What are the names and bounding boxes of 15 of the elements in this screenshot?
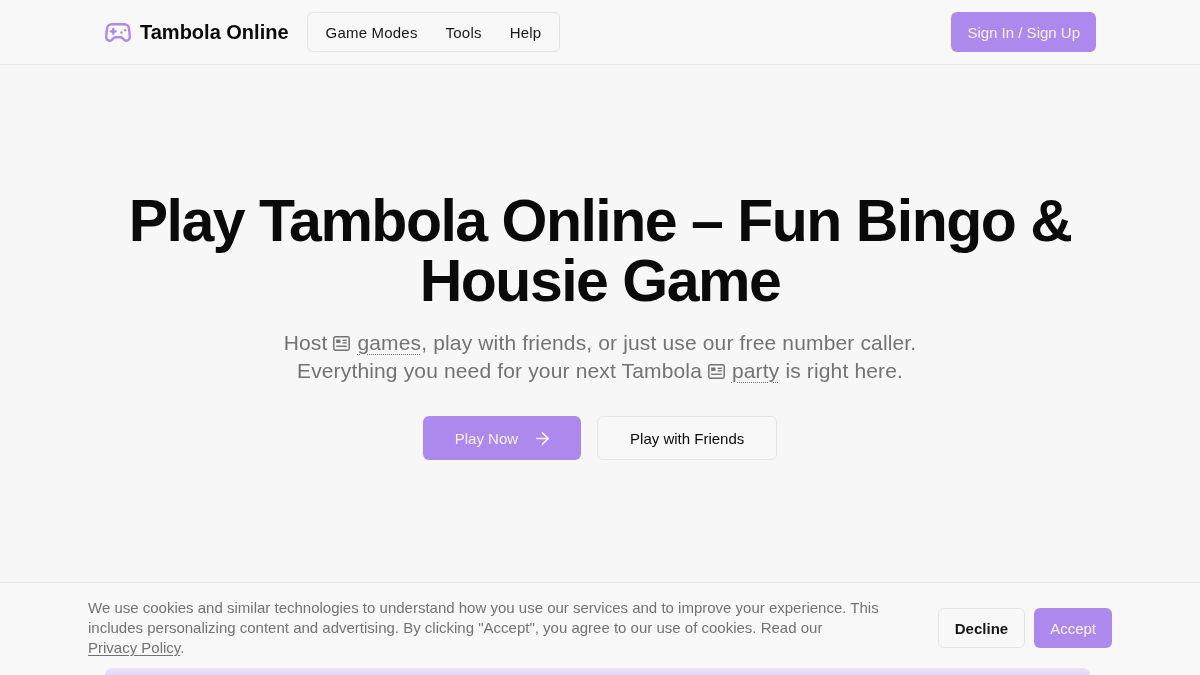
newspaper-icon bbox=[333, 336, 351, 351]
term-link[interactable]: party bbox=[731, 359, 780, 382]
hero-title: Play Tambola Online – Fun Bingo & Housie Game bbox=[127, 191, 1073, 311]
privacy-policy-link[interactable]: Privacy Policy bbox=[88, 639, 181, 656]
nav-link[interactable]: Game Modes bbox=[311, 15, 432, 49]
secondary-button[interactable]: Play with Friends bbox=[597, 416, 778, 460]
nav-link[interactable]: Help bbox=[495, 15, 556, 49]
hero-subtitle: Host games, play with friends, or just use our free number caller. Everything you need for your next Tambola party is right here. bbox=[282, 330, 918, 384]
term-link[interactable]: games bbox=[357, 331, 422, 354]
secondary-button[interactable]: Decline bbox=[937, 608, 1026, 648]
gamepad-icon bbox=[105, 22, 131, 42]
brand-link[interactable]: Tambola Online bbox=[105, 20, 289, 44]
cookie-message: We use cookies and similar technologies to understand how you use our services and to improve your experience. This includes personalizing content and advertising. By clicking "Accept", you agree to our use of cookies. Read our Privacy Policy. bbox=[88, 598, 880, 658]
newspaper-icon bbox=[707, 364, 725, 379]
nav-link[interactable]: Tools bbox=[431, 15, 496, 49]
